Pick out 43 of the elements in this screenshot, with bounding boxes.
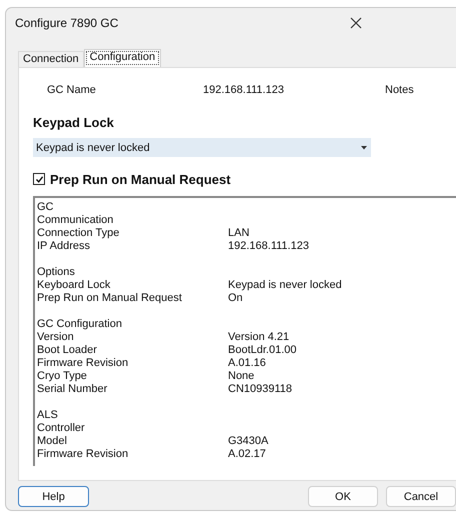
info-label: Options [37,266,76,279]
info-label: Firmware Revision [37,357,130,370]
close-icon[interactable] [350,17,362,29]
info-value: 192.168.111.123 [228,240,309,253]
info-label: Version [37,331,75,344]
window-title: Configure 7890 GC [15,16,118,30]
info-label: Firmware Revision [37,448,130,461]
info-label: ALS [37,409,59,422]
notes-label: Notes [385,84,414,96]
info-label: Serial Number [37,383,108,396]
info-value: On [228,292,243,305]
info-label: GC Configuration [37,318,123,331]
checkbox[interactable] [33,173,45,185]
cancel-button[interactable]: Cancel [386,486,456,507]
info-label: Boot Loader [37,344,98,357]
info-label: Controller [37,422,86,435]
info-value: LAN [228,227,250,240]
info-value: A.01.16 [228,357,266,370]
ok-button[interactable]: OK [308,486,378,507]
info-value: Keypad is never locked [228,279,342,292]
info-label: Cryo Type [37,370,88,383]
info-value: BootLdr.01.00 [228,344,297,357]
checkbox-label: Prep Run on Manual Request [50,172,231,186]
caret-icon [361,146,367,150]
info-value: Version 4.21 [228,331,290,344]
info-label: GC [37,201,54,214]
info-label: Communication [37,214,114,227]
info-label: Prep Run on Manual Request [37,292,183,305]
info-label: Connection Type [37,227,120,240]
gc-name-label: GC Name [46,84,97,96]
info-value: None [228,370,254,383]
info-label: IP Address [37,240,91,253]
info-value: A.02.17 [228,448,266,461]
section-heading: Keypad Lock [33,115,115,130]
gc-name-value: 192.168.111.123 [203,84,285,96]
tab[interactable]: Configuration [84,49,162,67]
help-button[interactable]: Help [18,486,89,507]
info-value: CN10939118 [228,383,292,396]
info-label: Model [37,435,68,448]
keypad-lock-dropdown[interactable]: Keypad is never locked [33,138,371,157]
info-value: G3430A [228,435,268,448]
info-label: Keyboard Lock [37,279,112,292]
tab[interactable]: Connection [18,51,84,67]
